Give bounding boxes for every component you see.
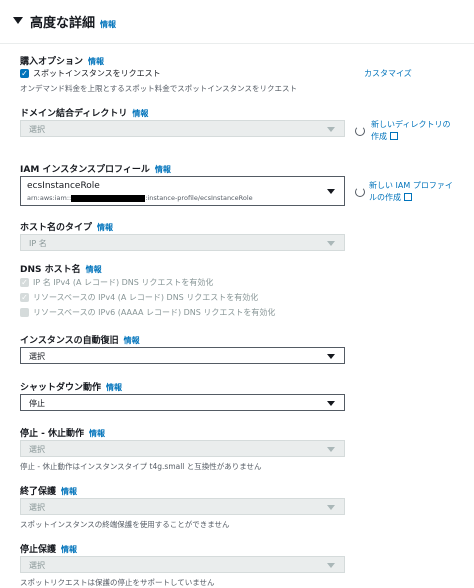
dns-resource-ipv6-checkbox[interactable]	[20, 308, 29, 317]
section-header[interactable]: 高度な詳細 情報	[0, 0, 474, 44]
stop-hibernate-select[interactable]: 選択	[20, 440, 345, 457]
autorecovery-info-link[interactable]: 情報	[124, 336, 140, 345]
spot-request-description: オンデマンド料金を上限とするスポット料金でスポットインスタンスをリクエスト	[20, 84, 297, 93]
domain-directory-label: ドメイン結合ディレクトリ 情報	[20, 109, 149, 119]
stop-hibernate-label: 停止 - 休止動作 情報	[20, 429, 106, 439]
section-info-link[interactable]: 情報	[100, 20, 116, 29]
iam-profile-label: IAM インスタンスプロフィール 情報	[20, 165, 171, 175]
advanced-details-panel: 高度な詳細 情報 購入オプション 情報 ✓ スポットインスタンスをリクエスト オンデ…	[0, 0, 474, 588]
dns-option-label: リソースベースの IPv6 (AAAA レコード) DNS リクエストを有効化	[33, 308, 276, 317]
iam-profile-value: ecsInstanceRole	[27, 181, 100, 191]
hostname-type-label: ホスト名のタイプ 情報	[20, 223, 114, 233]
dropdown-arrow-icon	[327, 241, 335, 246]
spot-request-checkbox[interactable]: ✓	[20, 69, 29, 78]
dns-resource-ipv4-checkbox[interactable]: ✓	[20, 293, 29, 302]
auto-recovery-label: インスタンスの自動復旧 情報	[20, 336, 140, 346]
purchase-info-link[interactable]: 情報	[88, 57, 104, 66]
termination-protection-select[interactable]: 選択	[20, 498, 345, 515]
dropdown-arrow-icon	[327, 127, 335, 132]
stop-protection-select[interactable]: 選択	[20, 556, 345, 573]
shutdown-info-link[interactable]: 情報	[106, 383, 122, 392]
new-iam-profile-link[interactable]: 新しい IAM プロファイ ルの作成	[369, 180, 453, 204]
dns-option-label: IP 名 IPv4 (A レコード) DNS リクエストを有効化	[33, 278, 214, 287]
dropdown-arrow-icon	[327, 189, 335, 194]
termination-protection-label: 終了保護 情報	[20, 487, 78, 497]
termination-protection-description: スポットインスタンスの終端保護を使用することができません	[20, 520, 230, 529]
dns-option-label: リソースベースの IPv4 (A レコード) DNS リクエストを有効化	[33, 293, 259, 302]
termination-info-link[interactable]: 情報	[61, 487, 77, 496]
dropdown-arrow-icon	[327, 354, 335, 359]
dns-ipv4-checkbox[interactable]: ✓	[20, 278, 29, 287]
dns-info-link[interactable]: 情報	[86, 265, 102, 274]
external-link-icon	[390, 132, 398, 140]
iam-info-link[interactable]: 情報	[155, 165, 171, 174]
dropdown-arrow-icon	[327, 563, 335, 568]
iam-profile-select[interactable]: ecsInstanceRole arn:aws:iam:::instance-p…	[20, 176, 345, 206]
hostname-type-select[interactable]: IP 名	[20, 234, 345, 251]
iam-arn: arn:aws:iam:::instance-profile/ecsInstan…	[27, 194, 253, 202]
auto-recovery-select[interactable]: 選択	[20, 347, 345, 364]
hostname-info-link[interactable]: 情報	[97, 223, 113, 232]
domain-directory-select[interactable]: 選択	[20, 120, 345, 137]
refresh-icon[interactable]	[355, 126, 365, 136]
stop-protection-label: 停止保護 情報	[20, 545, 78, 555]
stop-protection-info-link[interactable]: 情報	[61, 545, 77, 554]
domain-info-link[interactable]: 情報	[132, 109, 148, 118]
shutdown-behavior-label: シャットダウン動作 情報	[20, 383, 123, 393]
spot-request-label: スポットインスタンスをリクエスト	[33, 69, 161, 78]
stop-hibernate-info-link[interactable]: 情報	[89, 429, 105, 438]
stop-hibernate-description: 停止 - 休止動作はインスタンスタイプ t4g.small と互換性がありません	[20, 462, 262, 471]
section-title: 高度な詳細 情報	[30, 16, 117, 31]
dropdown-arrow-icon	[327, 447, 335, 452]
external-link-icon	[404, 193, 412, 201]
stop-protection-description: スポットリクエストは保護の停止をサポートしていません	[20, 578, 215, 587]
shutdown-behavior-select[interactable]: 停止	[20, 394, 345, 411]
purchase-option-label: 購入オプション 情報	[20, 57, 105, 67]
dropdown-arrow-icon	[327, 505, 335, 510]
customize-link[interactable]: カスタマイズ	[364, 68, 412, 80]
dns-hostname-label: DNS ホスト名 情報	[20, 265, 102, 275]
refresh-icon[interactable]	[355, 187, 365, 197]
dropdown-arrow-icon	[327, 401, 335, 406]
new-directory-link[interactable]: 新しいディレクトリの 作成	[371, 119, 450, 143]
caret-down-icon[interactable]	[13, 17, 23, 24]
redacted-account-id	[71, 194, 146, 202]
